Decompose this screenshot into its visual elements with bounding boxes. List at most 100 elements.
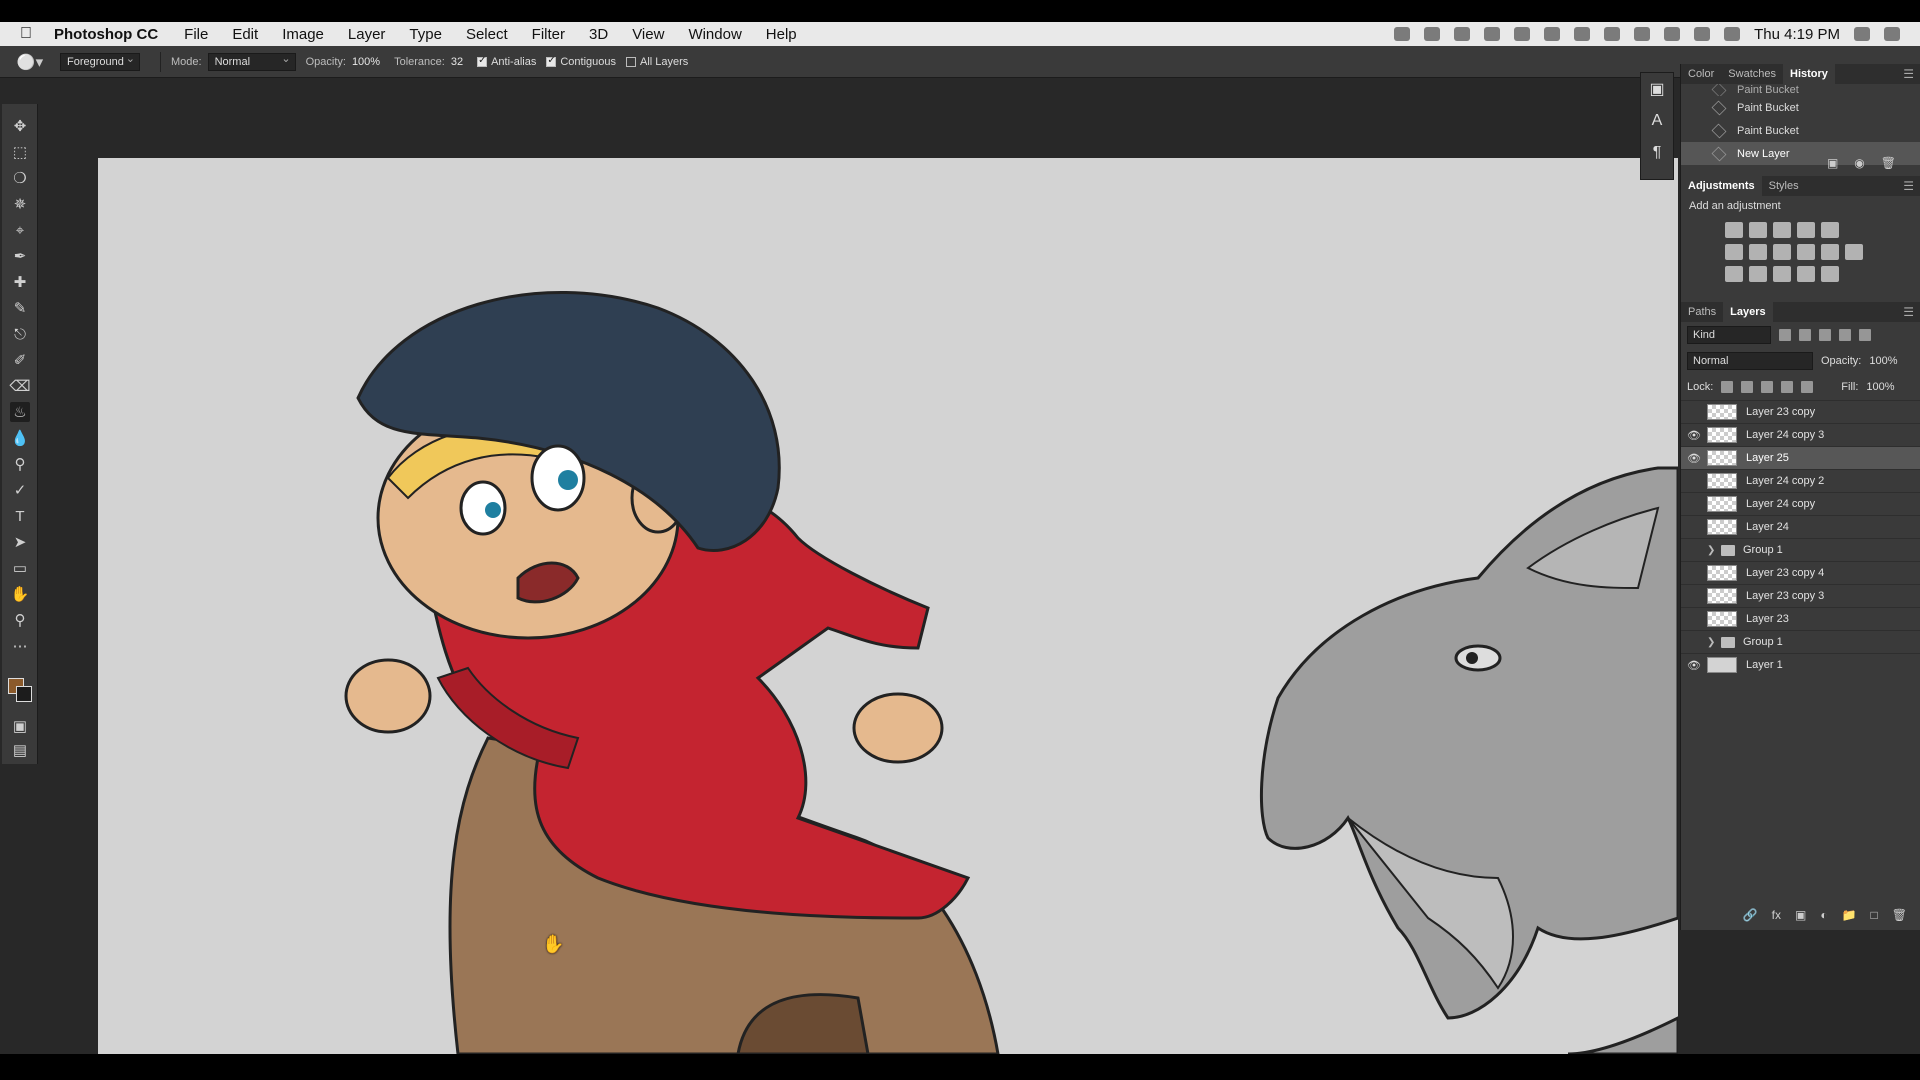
crop-tool-icon[interactable]: ⌖: [10, 220, 30, 240]
app-status-icon[interactable]: [1574, 27, 1591, 41]
smart-object-filter-icon[interactable]: [1859, 329, 1871, 341]
download-icon[interactable]: [1454, 27, 1471, 41]
spotlight-icon[interactable]: [1854, 27, 1870, 41]
lock-all-icon[interactable]: [1801, 381, 1814, 393]
posterize-icon[interactable]: [1749, 266, 1767, 282]
menu-filter[interactable]: Filter: [520, 26, 577, 43]
kind-filter-select[interactable]: Kind: [1687, 326, 1771, 344]
marquee-tool-icon[interactable]: ⬚: [10, 142, 30, 162]
apple-icon[interactable]: : [0, 25, 52, 43]
menu-type[interactable]: Type: [397, 26, 454, 43]
adjustment-filter-icon[interactable]: [1799, 329, 1811, 341]
time-machine-icon[interactable]: [1604, 27, 1621, 41]
hue-saturation-icon[interactable]: [1725, 244, 1743, 260]
black-white-icon[interactable]: [1773, 244, 1791, 260]
layer-opacity-input[interactable]: 100%: [1869, 355, 1897, 367]
pixel-filter-icon[interactable]: [1779, 329, 1791, 341]
layer-row[interactable]: Layer 23 copy: [1681, 400, 1920, 423]
document-canvas[interactable]: ✋: [98, 158, 1678, 1054]
visibility-eye-icon[interactable]: 👁: [1681, 659, 1707, 672]
folder-icon[interactable]: ❯: [1707, 544, 1737, 556]
zoom-tool-icon[interactable]: ⚲: [10, 610, 30, 630]
layer-row[interactable]: Layer 23: [1681, 607, 1920, 630]
fx-icon[interactable]: fx: [1772, 908, 1781, 922]
blur-tool-icon[interactable]: 💧: [10, 428, 30, 448]
new-document-icon[interactable]: ▣: [1827, 156, 1838, 170]
brightness-icon[interactable]: [1725, 222, 1743, 238]
mode-select[interactable]: Normal: [207, 51, 296, 71]
add-mask-icon[interactable]: ▣: [1795, 908, 1806, 922]
contiguous-checkbox[interactable]: [546, 55, 557, 67]
layer-group-row[interactable]: ❯ Group 1: [1681, 630, 1920, 653]
paragraph-panel-icon[interactable]: ¶: [1641, 137, 1673, 169]
paint-bucket-tool-icon[interactable]: ♨: [10, 402, 30, 422]
pen-tool-icon[interactable]: ✓: [10, 480, 30, 500]
menu-image[interactable]: Image: [270, 26, 336, 43]
history-brush-tool-icon[interactable]: ✐: [10, 350, 30, 370]
panel-menu-icon[interactable]: ☰: [1903, 67, 1914, 81]
visibility-eye-icon[interactable]: 👁: [1681, 452, 1707, 465]
new-group-icon[interactable]: 📁: [1842, 908, 1857, 922]
brush-tool-icon[interactable]: ✎: [10, 298, 30, 318]
new-layer-icon[interactable]: □: [1871, 908, 1878, 922]
menu-help[interactable]: Help: [754, 26, 809, 43]
blend-mode-select[interactable]: Normal: [1687, 352, 1813, 370]
menu-edit[interactable]: Edit: [220, 26, 270, 43]
rectangle-tool-icon[interactable]: ▭: [10, 558, 30, 578]
layer-row[interactable]: Layer 24: [1681, 515, 1920, 538]
hand-tool-icon[interactable]: ✋: [10, 584, 30, 604]
lasso-tool-icon[interactable]: ❍: [10, 168, 30, 188]
stamp-tool-icon[interactable]: ⎋: [10, 324, 30, 344]
keyboard-icon[interactable]: [1694, 27, 1711, 41]
layer-row[interactable]: Layer 23 copy 4: [1681, 561, 1920, 584]
color-balance-icon[interactable]: [1749, 244, 1767, 260]
chevron-right-icon[interactable]: ❯: [1707, 637, 1715, 648]
layer-row[interactable]: 👁 Layer 24 copy 3: [1681, 423, 1920, 446]
dropbox-icon[interactable]: [1424, 27, 1441, 41]
volume-icon[interactable]: [1724, 27, 1741, 41]
delete-layer-icon[interactable]: 🗑: [1892, 908, 1907, 922]
quick-mask-icon[interactable]: ▣: [10, 716, 30, 736]
layer-row[interactable]: Layer 23 copy 3: [1681, 584, 1920, 607]
type-tool-icon[interactable]: T: [10, 506, 30, 526]
selective-color-icon[interactable]: [1797, 266, 1815, 282]
tab-styles[interactable]: Styles: [1762, 176, 1806, 196]
lock-position-icon[interactable]: [1761, 381, 1774, 393]
gradient-map-icon[interactable]: [1821, 266, 1839, 282]
all-layers-checkbox[interactable]: [626, 56, 636, 67]
tab-color[interactable]: Color: [1681, 64, 1721, 84]
layer-row[interactable]: 👁 Layer 1: [1681, 653, 1920, 676]
character-panel-icon[interactable]: A: [1641, 105, 1673, 137]
channel-mixer-icon[interactable]: [1821, 244, 1839, 260]
screen-mode-icon[interactable]: ▤: [10, 740, 30, 760]
link-layers-icon[interactable]: 🔗: [1743, 908, 1758, 922]
opacity-input[interactable]: 100%: [352, 56, 380, 68]
type-filter-icon[interactable]: [1819, 329, 1831, 341]
paint-bucket-preset-icon[interactable]: ⚪▾: [0, 46, 60, 78]
folder-icon[interactable]: ❯: [1707, 636, 1737, 648]
move-tool-icon[interactable]: ✥: [10, 116, 30, 136]
history-state[interactable]: Paint Bucket: [1681, 119, 1920, 142]
photo-filter-icon[interactable]: [1797, 244, 1815, 260]
lock-image-icon[interactable]: [1741, 381, 1754, 393]
tolerance-input[interactable]: 32: [451, 56, 463, 68]
trash-icon[interactable]: 🗑: [1881, 156, 1896, 170]
cloud-icon[interactable]: [1544, 27, 1561, 41]
layer-row[interactable]: Layer 24 copy: [1681, 492, 1920, 515]
vibrance-icon[interactable]: [1821, 222, 1839, 238]
fill-source-select[interactable]: Foreground: [60, 51, 140, 71]
tab-adjustments[interactable]: Adjustments: [1681, 176, 1762, 196]
antialias-checkbox[interactable]: [477, 55, 488, 67]
tab-paths[interactable]: Paths: [1681, 302, 1723, 322]
invert-icon[interactable]: [1725, 266, 1743, 282]
menu-3d[interactable]: 3D: [577, 26, 620, 43]
notification-icon[interactable]: [1884, 27, 1900, 41]
visibility-eye-icon[interactable]: 👁: [1681, 429, 1707, 442]
quick-select-tool-icon[interactable]: ✵: [10, 194, 30, 214]
healing-brush-tool-icon[interactable]: ✚: [10, 272, 30, 292]
display-icon[interactable]: [1514, 27, 1531, 41]
tab-layers[interactable]: Layers: [1723, 302, 1773, 322]
bluetooth-icon[interactable]: [1634, 27, 1651, 41]
eraser-tool-icon[interactable]: ⌫: [9, 376, 30, 396]
layer-row[interactable]: Layer 24 copy 2: [1681, 469, 1920, 492]
